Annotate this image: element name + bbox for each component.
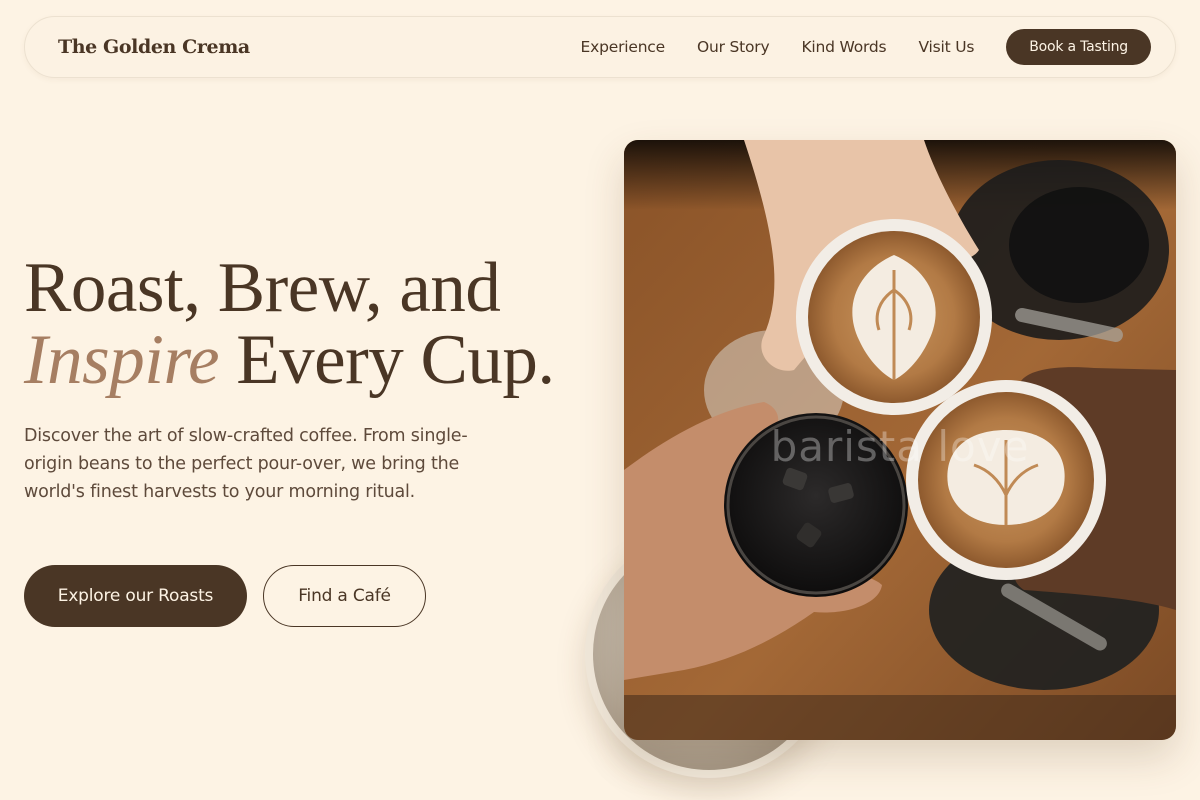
brand-logo[interactable]: The Golden Crema	[58, 36, 250, 58]
nav-link-experience[interactable]: Experience	[581, 38, 666, 56]
headline-line-1: Roast, Brew, and	[24, 249, 501, 327]
nav-link-our-story[interactable]: Our Story	[697, 38, 770, 56]
nav-link-kind-words[interactable]: Kind Words	[801, 38, 886, 56]
hero-coffee-photo: barista love	[624, 140, 1176, 740]
top-nav: The Golden Crema Experience Our Story Ki…	[24, 16, 1176, 78]
landing-page: The Golden Crema Experience Our Story Ki…	[0, 0, 1200, 800]
find-cafe-button[interactable]: Find a Café	[263, 565, 426, 627]
nav-link-visit-us[interactable]: Visit Us	[918, 38, 974, 56]
headline-line-2: Every Cup.	[219, 321, 555, 399]
hero-headline: Roast, Brew, and Inspire Every Cup.	[24, 252, 555, 396]
photo-watermark: barista love	[770, 422, 1030, 471]
nav-links: Experience Our Story Kind Words Visit Us…	[581, 29, 1151, 65]
headline-accent-word: Inspire	[24, 321, 220, 399]
explore-roasts-button[interactable]: Explore our Roasts	[24, 565, 247, 627]
hero-description: Discover the art of slow-crafted coffee.…	[24, 426, 468, 502]
book-tasting-button[interactable]: Book a Tasting	[1006, 29, 1151, 65]
